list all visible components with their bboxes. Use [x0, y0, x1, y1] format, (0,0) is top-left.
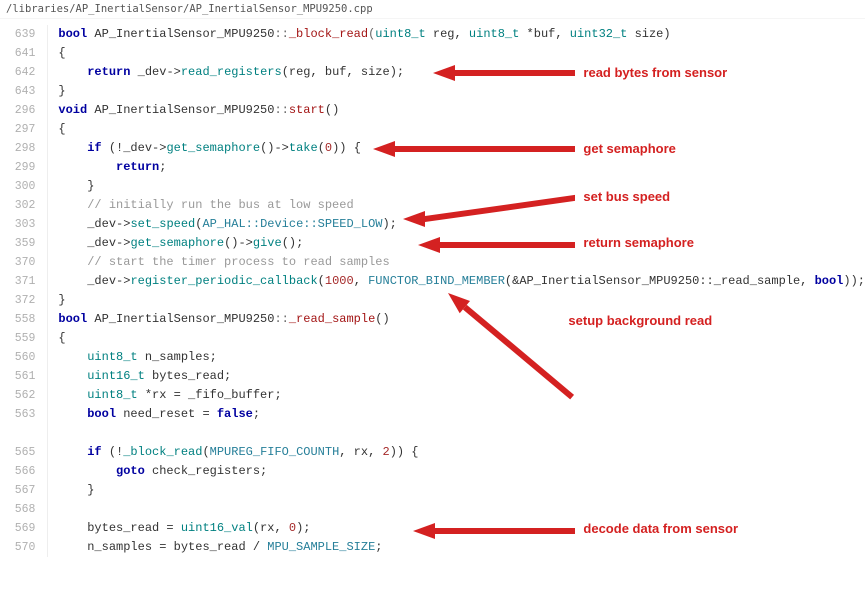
line-number: 370 — [0, 253, 35, 272]
line-number: 565 — [0, 443, 35, 462]
file-path: /libraries/AP_InertialSensor/AP_Inertial… — [0, 0, 865, 19]
line-number: 297 — [0, 120, 35, 139]
code-line[interactable]: if (!_dev->get_semaphore()->take(0)) { — [58, 139, 865, 158]
line-number: 371 — [0, 272, 35, 291]
line-number: 641 — [0, 44, 35, 63]
code-line[interactable]: _dev->get_semaphore()->give(); — [58, 234, 865, 253]
line-number: 558 — [0, 310, 35, 329]
code-line[interactable]: bool need_reset = false; — [58, 405, 865, 424]
line-number — [0, 424, 35, 443]
code-line[interactable]: _dev->set_speed(AP_HAL::Device::SPEED_LO… — [58, 215, 865, 234]
code-line[interactable]: bool AP_InertialSensor_MPU9250::_block_r… — [58, 25, 865, 44]
line-number: 566 — [0, 462, 35, 481]
line-number: 302 — [0, 196, 35, 215]
line-number: 567 — [0, 481, 35, 500]
line-number: 639 — [0, 25, 35, 44]
line-number: 298 — [0, 139, 35, 158]
code-line[interactable]: if (!_block_read(MPUREG_FIFO_COUNTH, rx,… — [58, 443, 865, 462]
code-line[interactable]: goto check_registers; — [58, 462, 865, 481]
line-gutter: 639 641 642 643 296 297 298 299 300 302 … — [0, 25, 47, 557]
line-number: 296 — [0, 101, 35, 120]
line-number: 299 — [0, 158, 35, 177]
code-line[interactable]: { — [58, 329, 865, 348]
line-number: 570 — [0, 538, 35, 557]
code-line[interactable]: { — [58, 44, 865, 63]
line-number: 562 — [0, 386, 35, 405]
code-line[interactable]: _dev->register_periodic_callback(1000, F… — [58, 272, 865, 291]
code-line[interactable]: void AP_InertialSensor_MPU9250::start() — [58, 101, 865, 120]
code-line[interactable]: bytes_read = uint16_val(rx, 0); — [58, 519, 865, 538]
code-line[interactable]: { — [58, 120, 865, 139]
code-line[interactable]: // initially run the bus at low speed — [58, 196, 865, 215]
line-number: 359 — [0, 234, 35, 253]
code-editor: 639 641 642 643 296 297 298 299 300 302 … — [0, 19, 865, 557]
code-line[interactable]: uint8_t n_samples; — [58, 348, 865, 367]
code-line[interactable]: bool AP_InertialSensor_MPU9250::_read_sa… — [58, 310, 865, 329]
line-number: 560 — [0, 348, 35, 367]
code-line[interactable]: n_samples = bytes_read / MPU_SAMPLE_SIZE… — [58, 538, 865, 557]
code-body[interactable]: bool AP_InertialSensor_MPU9250::_block_r… — [47, 25, 865, 557]
code-line[interactable]: uint16_t bytes_read; — [58, 367, 865, 386]
code-line[interactable]: uint8_t *rx = _fifo_buffer; — [58, 386, 865, 405]
line-number: 642 — [0, 63, 35, 82]
code-line[interactable]: } — [58, 291, 865, 310]
line-number: 561 — [0, 367, 35, 386]
line-number: 303 — [0, 215, 35, 234]
line-number: 300 — [0, 177, 35, 196]
line-number: 568 — [0, 500, 35, 519]
line-number: 563 — [0, 405, 35, 424]
code-line[interactable]: } — [58, 481, 865, 500]
code-line[interactable]: } — [58, 82, 865, 101]
code-line[interactable]: // start the timer process to read sampl… — [58, 253, 865, 272]
code-line[interactable] — [58, 500, 865, 519]
code-line[interactable]: } — [58, 177, 865, 196]
line-number: 559 — [0, 329, 35, 348]
line-number: 643 — [0, 82, 35, 101]
line-number: 569 — [0, 519, 35, 538]
code-line[interactable]: return; — [58, 158, 865, 177]
code-line[interactable] — [58, 424, 865, 443]
code-line[interactable]: return _dev->read_registers(reg, buf, si… — [58, 63, 865, 82]
line-number: 372 — [0, 291, 35, 310]
